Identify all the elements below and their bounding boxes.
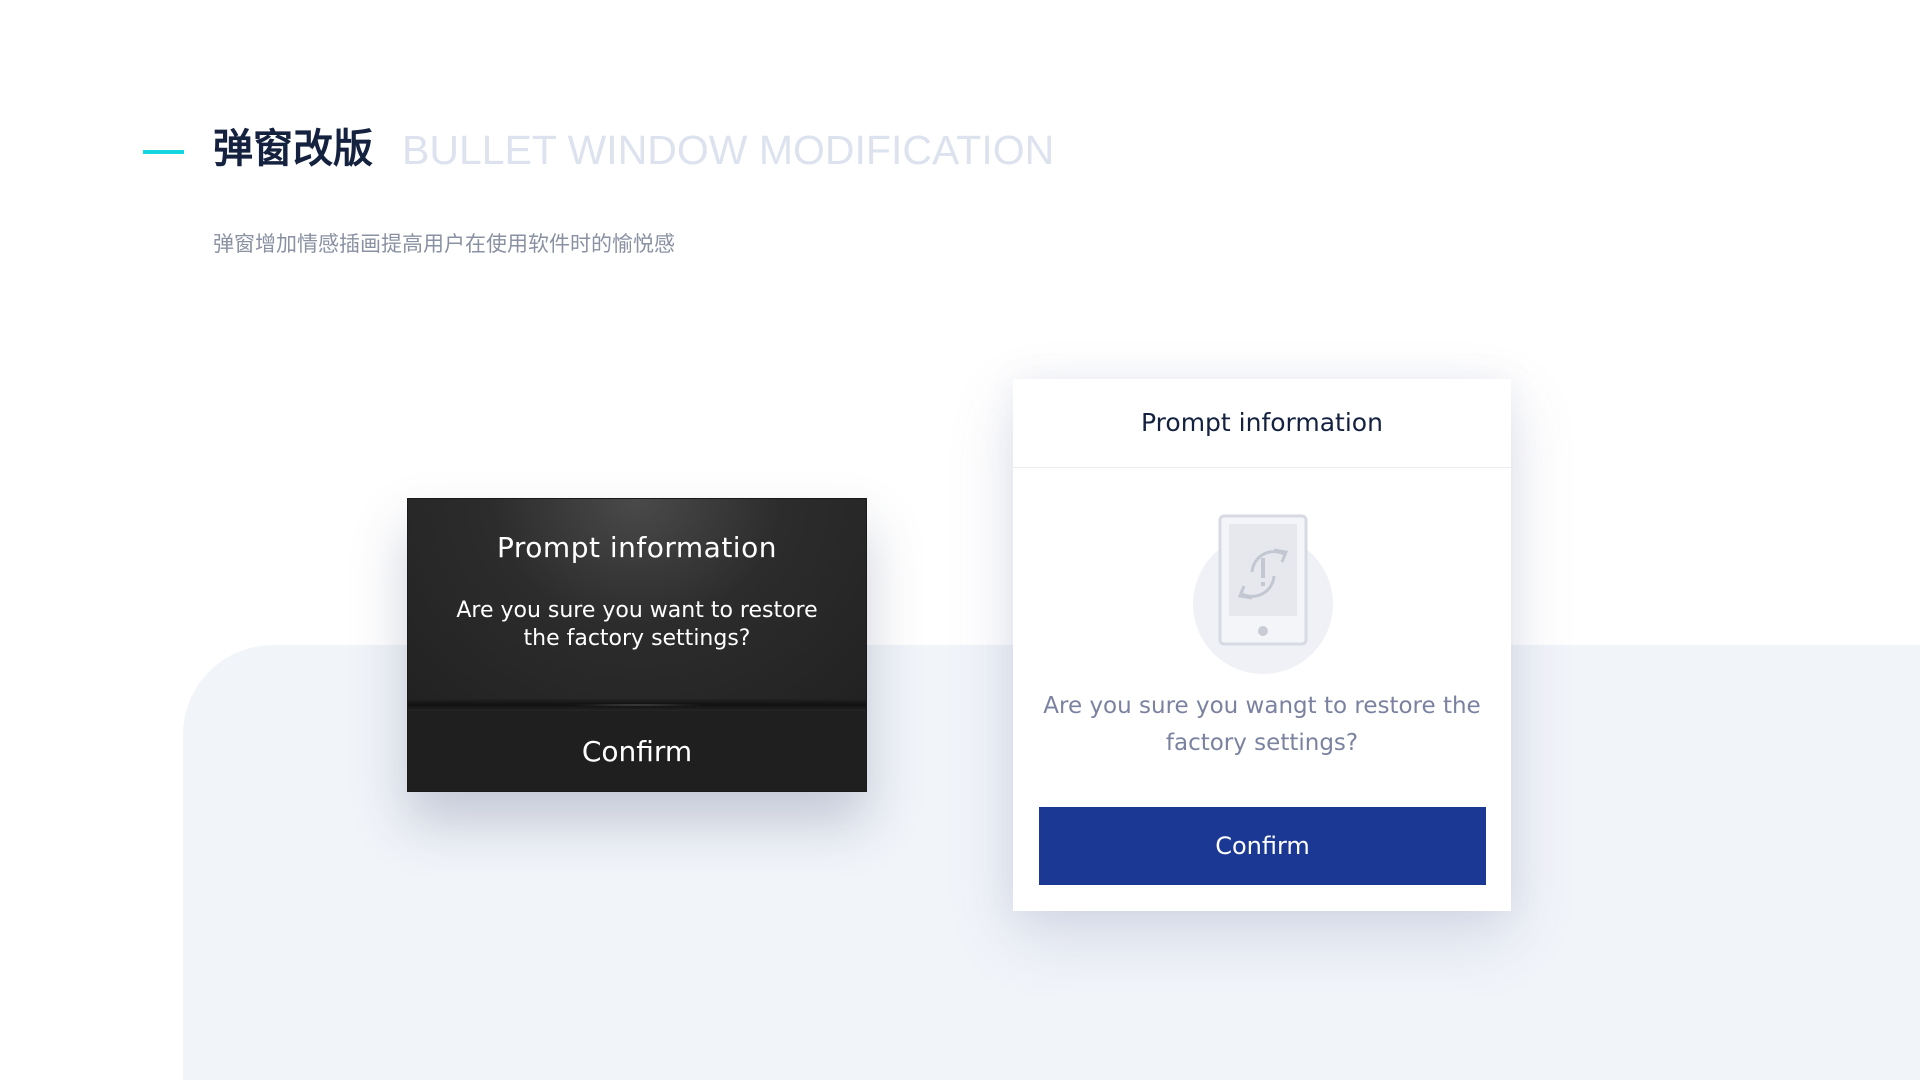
new-confirm-button[interactable]: Confirm bbox=[1039, 807, 1486, 885]
old-dialog-divider bbox=[408, 699, 866, 711]
old-dialog: Prompt information Are you sure you want… bbox=[407, 498, 867, 792]
old-dialog-title: Prompt information bbox=[497, 531, 777, 564]
new-dialog-title: Prompt information bbox=[1013, 379, 1511, 468]
page-title-english: BULLET WINDOW MODIFICATION bbox=[402, 127, 1055, 173]
old-confirm-button[interactable]: Confirm bbox=[408, 711, 866, 791]
new-dialog: Prompt information Are you sure you wang… bbox=[1013, 379, 1511, 911]
page: 弹窗改版 BULLET WINDOW MODIFICATION 弹窗增加情感插画… bbox=[0, 0, 1920, 1080]
page-title: 弹窗改版 bbox=[213, 126, 373, 172]
page-subtitle: 弹窗增加情感插画提高用户在使用软件时的愉悦感 bbox=[213, 232, 675, 256]
phone-restore-icon bbox=[1191, 514, 1335, 674]
title-accent-dash bbox=[143, 150, 184, 154]
old-dialog-message: Are you sure you want to restore the fac… bbox=[456, 598, 818, 651]
new-dialog-message: Are you sure you wangt to restore the fa… bbox=[1043, 693, 1481, 756]
